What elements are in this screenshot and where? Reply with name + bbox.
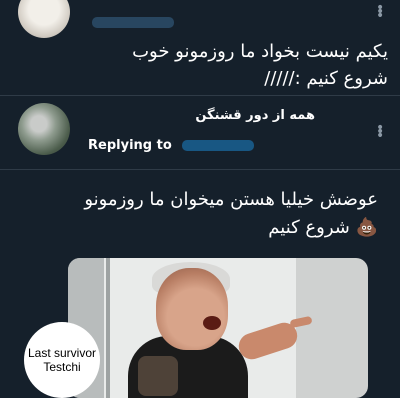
tweet-text: عوضش خیلیا هستن میخوان ما روزمونو 💩 شروع… (38, 186, 378, 242)
tweet-text-line: 💩 شروع کنیم (268, 217, 378, 238)
replying-to-label: Replying to (88, 138, 172, 153)
display-name[interactable]: همه از دور قشنگن (195, 108, 315, 123)
media-tattoo (138, 356, 178, 396)
divider (0, 169, 400, 170)
media-door-edge (106, 258, 110, 398)
tweet-text-line: عوضش خیلیا هستن میخوان ما روزمونو (84, 189, 378, 210)
avatar[interactable] (18, 0, 70, 38)
tweet-media-image[interactable] (68, 258, 368, 398)
watermark-line: Last survivor (27, 346, 97, 360)
tweet-text-line: شروع کنیم :///// (264, 68, 388, 89)
tweet-text-line: یکیم نیست بخواد ما روزمونو خوب (132, 41, 388, 62)
mention-link-redacted[interactable] (182, 140, 255, 151)
media-person-head (156, 268, 228, 350)
media-pointing-finger (289, 315, 313, 329)
watermark-line: Testchi (43, 360, 81, 374)
watermark-badge: Last survivor Testchi (24, 322, 100, 398)
divider (0, 95, 400, 96)
more-vertical-icon[interactable]: • • • (376, 1, 384, 23)
tweet-text: یکیم نیست بخواد ما روزمونو خوب شروع کنیم… (88, 38, 388, 92)
more-vertical-icon[interactable]: • • • (376, 121, 384, 143)
avatar[interactable] (18, 103, 70, 155)
replying-to: Replying to (88, 138, 255, 153)
media-person-mouth (203, 316, 221, 330)
username-handle-redacted (92, 17, 174, 28)
